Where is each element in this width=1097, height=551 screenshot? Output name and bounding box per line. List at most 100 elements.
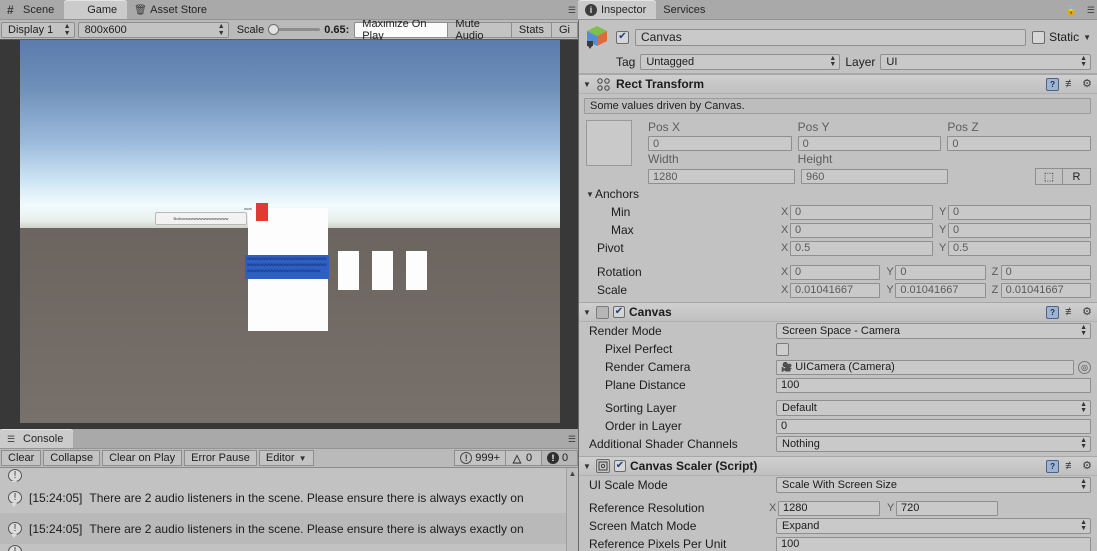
panel-menu-icon[interactable]: ☰ (568, 5, 576, 16)
scale-slider-group[interactable]: Scale 0.65: (232, 24, 355, 36)
gameobject-enabled-checkbox[interactable] (616, 30, 629, 44)
scroll-up-icon[interactable]: ▲ (567, 468, 578, 480)
sorting-layer-dropdown[interactable]: Default ▲ ▼ (776, 400, 1091, 416)
plane-distance-field[interactable]: 100 (776, 377, 1091, 393)
preset-icon[interactable]: ≢ (1065, 460, 1076, 472)
object-picker-icon[interactable]: ◎ (1078, 360, 1091, 374)
list-item[interactable]: ! [15:24:05] There are 2 audio listeners… (0, 482, 578, 513)
anchor-preset-button[interactable] (586, 120, 632, 166)
maximize-on-play-button[interactable]: Maximize On Play (354, 18, 449, 42)
help-icon[interactable]: ? (1046, 77, 1060, 91)
console-message-list[interactable]: ! ! [15:24:05] There are 2 audio listene… (0, 468, 578, 551)
list-item[interactable]: ! (0, 544, 578, 551)
rotation-z-field[interactable]: 0 (1000, 264, 1091, 280)
chevron-updown-icon: ▲ ▼ (1080, 55, 1087, 68)
scale-slider-knob[interactable] (268, 24, 280, 35)
tag-dropdown[interactable]: Untagged ▲ ▼ (640, 54, 841, 70)
list-item[interactable]: ! [15:24:05] There are 2 audio listeners… (0, 513, 578, 544)
height-field[interactable]: 960 (801, 169, 948, 184)
order-in-layer-field[interactable]: 0 (776, 418, 1091, 434)
editor-dropdown[interactable]: Editor ▼ (258, 450, 314, 466)
ui-scale-mode-dropdown[interactable]: Scale With Screen Size ▲ ▼ (776, 477, 1091, 493)
error-pause-button[interactable]: Error Pause (184, 450, 257, 466)
reference-resolution-y-field[interactable]: 720 (896, 500, 998, 516)
pixel-perfect-checkbox[interactable] (776, 342, 789, 356)
gear-icon[interactable]: ⚙ (1082, 306, 1092, 318)
console-menu-icon[interactable]: ☰ (568, 434, 576, 445)
anchor-min-y-field[interactable]: 0 (948, 204, 1091, 220)
tab-console[interactable]: Console (0, 429, 74, 448)
anchor-max-x-value: 0 (795, 224, 802, 236)
stats-button[interactable]: Stats (511, 21, 552, 38)
game-view[interactable]: www wwwwwwwwwwwwwwwwwwwwwwwwwwwwwwwwwwww… (0, 40, 578, 429)
anchor-min-x-field[interactable]: 0 (790, 204, 933, 220)
raw-mode-button[interactable]: R (1063, 168, 1091, 185)
screen-match-mode-dropdown[interactable]: Expand ▲ ▼ (776, 518, 1091, 534)
rotation-x-field[interactable]: 0 (790, 264, 881, 280)
game-ui-button[interactable]: Buttonwwwwwwwwwwwwwww (155, 212, 247, 225)
anchor-max-y-field[interactable]: 0 (948, 222, 1091, 238)
canvas-scaler-enabled-checkbox[interactable] (614, 460, 626, 472)
info-count-toggle[interactable]: ! 999+ (454, 450, 506, 466)
resolution-dropdown[interactable]: 800x600 ▲ ▼ (77, 21, 229, 38)
width-field[interactable]: 1280 (648, 169, 795, 184)
console-scrollbar[interactable]: ▲ (566, 468, 578, 551)
pos-y-field[interactable]: 0 (797, 136, 942, 151)
canvas-header[interactable]: ▼ Canvas ? ≢ ⚙ (578, 303, 1097, 322)
tab-game[interactable]: Game (64, 0, 128, 19)
layer-dropdown[interactable]: UI ▲ ▼ (880, 54, 1091, 70)
foldout-icon[interactable]: ▼ (583, 462, 592, 471)
tab-scene[interactable]: Scene (0, 0, 64, 19)
reference-resolution-x-field[interactable]: 1280 (778, 500, 880, 516)
help-icon[interactable]: ? (1046, 305, 1060, 319)
inspector-menu-icon[interactable]: ☰ (1087, 5, 1095, 16)
gizmos-button[interactable]: Gi (552, 21, 578, 38)
game-render-area[interactable]: www wwwwwwwwwwwwwwwwwwwwwwwwwwwwwwwwwwww… (20, 40, 560, 423)
scale-z-field[interactable]: 0.01041667 (1000, 282, 1091, 298)
gear-icon[interactable]: ⚙ (1082, 78, 1092, 90)
list-item[interactable]: ! (0, 468, 578, 482)
gameobject-name-field[interactable]: Canvas (635, 28, 1027, 46)
preset-icon[interactable]: ≢ (1065, 306, 1076, 318)
pos-z-field[interactable]: 0 (947, 136, 1092, 151)
shader-channels-dropdown[interactable]: Nothing ▲ ▼ (776, 436, 1091, 452)
display-dropdown[interactable]: Display 1 ▲ ▼ (1, 21, 75, 38)
pivot-y-field[interactable]: 0.5 (948, 240, 1091, 256)
rect-transform-header[interactable]: ▼ Rect Transform ? ≢ ⚙ (578, 75, 1097, 94)
pivot-x-field[interactable]: 0.5 (790, 240, 933, 256)
mute-audio-button[interactable]: Mute Audio (448, 18, 512, 42)
reference-pixels-field[interactable]: 100 (776, 536, 1091, 551)
pos-x-field[interactable]: 0 (648, 136, 792, 151)
tab-services[interactable]: Services (656, 0, 715, 19)
anchors-foldout[interactable]: ▼ Anchors (578, 185, 1097, 203)
preset-icon[interactable]: ≢ (1065, 78, 1076, 90)
anchor-max-x-field[interactable]: 0 (790, 222, 933, 238)
static-toggle-group[interactable]: Static ▼ (1032, 30, 1091, 44)
scale-y-field[interactable]: 0.01041667 (895, 282, 986, 298)
chevron-down-icon[interactable]: ▼ (1083, 33, 1091, 42)
canvas-enabled-checkbox[interactable] (613, 306, 625, 318)
warning-count-toggle[interactable]: △ 0 (506, 450, 542, 466)
gear-icon[interactable]: ⚙ (1082, 460, 1092, 472)
foldout-icon[interactable]: ▼ (583, 80, 592, 89)
tab-asset-store[interactable]: Asset Store (127, 0, 217, 19)
foldout-icon[interactable]: ▼ (586, 190, 595, 199)
scale-slider[interactable] (268, 24, 321, 35)
blueprint-mode-button[interactable]: ⬚ (1035, 168, 1063, 185)
static-checkbox[interactable] (1032, 30, 1046, 44)
canvas-scaler-header[interactable]: ▼ Canvas Scaler (Script) ? ≢ ⚙ (578, 457, 1097, 476)
foldout-icon[interactable]: ▼ (583, 308, 592, 317)
left-column: Scene Game Asset Store ☰ Display 1 ▲▼ 80… (0, 0, 578, 551)
rotation-y-field[interactable]: 0 (895, 264, 986, 280)
tab-inspector[interactable]: i Inspector (578, 0, 657, 19)
render-mode-dropdown[interactable]: Screen Space - Camera ▲ ▼ (776, 323, 1091, 339)
scale-x-field[interactable]: 0.01041667 (790, 282, 881, 298)
render-camera-field[interactable]: 🎥 UICamera (Camera) (776, 359, 1074, 375)
clear-on-play-button[interactable]: Clear on Play (102, 450, 183, 466)
error-count-toggle[interactable]: ! 0 (542, 450, 578, 466)
lock-icon[interactable]: 🔒 (1066, 5, 1077, 16)
collapse-button[interactable]: Collapse (43, 450, 101, 466)
clear-button[interactable]: Clear (1, 450, 42, 466)
plane-distance-row: Plane Distance 100 (578, 376, 1097, 394)
help-icon[interactable]: ? (1046, 459, 1060, 473)
